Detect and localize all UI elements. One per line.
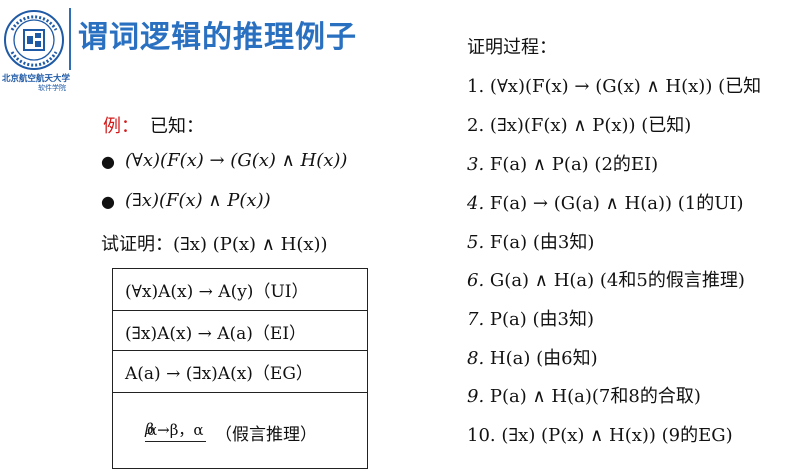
step-text: (∀x)(F(x) → (G(x) ∧ H(x)) (已知 — [489, 76, 762, 97]
rule-row-modus-ponens: α→β，α β （假言推理） — [113, 393, 367, 470]
premise-2: (∃x)(F(x) ∧ P(x)) — [125, 190, 271, 211]
step-number: 8. — [467, 348, 485, 369]
proof-title: 证明过程： — [467, 37, 557, 58]
proof-step: 8. H(a) (由6知) — [467, 344, 598, 370]
school-subname: 软件学院 — [38, 84, 66, 92]
step-number: 1. — [467, 76, 485, 97]
step-text: F(a) → (G(a) ∧ H(a)) (1的UI) — [489, 193, 744, 214]
header-divider — [69, 8, 71, 70]
proof-step: 6. G(a) ∧ H(a) (4和5的假言推理) — [467, 266, 745, 292]
step-text: H(a) (由6知) — [489, 348, 598, 369]
inference-rules-table: (∀x)A(x) → A(y)（UI） (∃x)A(x) → A(a)（EI） … — [112, 268, 368, 469]
rule-eg-text: A(a) → (∃x)A(x)（EG） — [125, 364, 313, 384]
fraction-denominator: β — [145, 420, 154, 438]
step-text: (∃x) (P(x) ∧ H(x)) (9的EG) — [501, 425, 733, 446]
goal-statement: 试证明：(∃x) (P(x) ∧ H(x)) — [101, 234, 328, 255]
step-text: F(a) ∧ P(a) (2的EI) — [489, 154, 659, 175]
modus-ponens-name: （假言推理） — [215, 425, 317, 445]
step-text: P(a) (由3知) — [489, 309, 595, 330]
step-number: 10. — [467, 425, 496, 446]
step-text: G(a) ∧ H(a) (4和5的假言推理) — [489, 270, 745, 291]
proof-step: 1. (∀x)(F(x) → (G(x) ∧ H(x)) (已知 — [467, 72, 761, 98]
rule-row-ui: (∀x)A(x) → A(y)（UI） — [113, 269, 367, 311]
proof-step: 3. F(a) ∧ P(a) (2的EI) — [467, 150, 658, 176]
step-text: (∃x)(F(x) ∧ P(x)) (已知) — [489, 115, 692, 136]
premise-1: (∀x)(F(x) → (G(x) ∧ H(x)) — [125, 150, 348, 171]
university-logo: 北京航空航天大学 软件学院 — [2, 8, 72, 94]
proof-step: 4. F(a) → (G(a) ∧ H(a)) (1的UI) — [467, 189, 744, 215]
step-number: 2. — [467, 115, 485, 136]
proof-step: 7. P(a) (由3知) — [467, 305, 594, 331]
proof-step: 9. P(a) ∧ H(a)(7和8的合取) — [467, 382, 701, 408]
rule-row-ei: (∃x)A(x) → A(a)（EI） — [113, 311, 367, 351]
bullet-dot: ● — [101, 152, 115, 171]
step-text: F(a) (由3知) — [489, 232, 595, 253]
step-number: 6. — [467, 270, 485, 291]
proof-step: 10. (∃x) (P(x) ∧ H(x)) (9的EG) — [467, 421, 733, 447]
rule-row-eg: A(a) → (∃x)A(x)（EG） — [113, 351, 367, 393]
rule-ei-text: (∃x)A(x) → A(a)（EI） — [125, 324, 307, 344]
bullet-dot: ● — [101, 192, 115, 211]
proof-step: 2. (∃x)(F(x) ∧ P(x)) (已知) — [467, 111, 691, 137]
step-number: 7. — [467, 309, 485, 330]
step-number: 9. — [467, 386, 485, 407]
proof-step: 5. F(a) (由3知) — [467, 228, 594, 254]
example-label: 例： — [103, 116, 139, 137]
step-number: 3. — [467, 154, 485, 175]
known-label: 已知： — [150, 116, 204, 137]
fraction-numerator: α→β，α — [145, 419, 206, 442]
step-number: 4. — [467, 193, 485, 214]
step-number: 5. — [467, 232, 485, 253]
page-title: 谓词逻辑的推理例子 — [78, 20, 357, 55]
rule-ui-text: (∀x)A(x) → A(y)（UI） — [125, 282, 309, 302]
step-text: P(a) ∧ H(a)(7和8的合取) — [489, 386, 701, 407]
